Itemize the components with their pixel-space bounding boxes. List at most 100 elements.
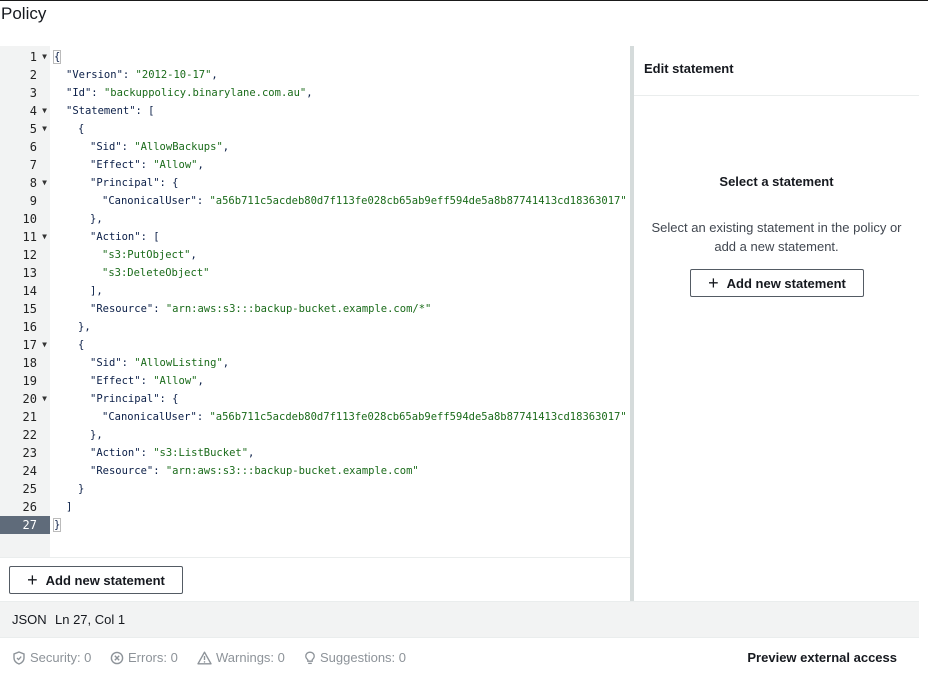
punctuation-token: } [52, 518, 62, 532]
preview-external-access-link[interactable]: Preview external access [747, 650, 897, 665]
line-number-text: 6 [29, 140, 37, 154]
code-line[interactable]: { [52, 48, 62, 66]
line-number: 15 [0, 300, 50, 318]
punctuation-token: }, [78, 321, 91, 333]
code-line[interactable]: } [52, 516, 62, 534]
line-number-text: 14 [22, 284, 37, 298]
line-number: 3 [0, 84, 50, 102]
code-line[interactable]: }, [90, 210, 103, 228]
code-line[interactable]: "s3:DeleteObject" [102, 264, 209, 282]
string-token: "a56b711c5acdeb80d7f113fe028cb65ab9eff59… [209, 195, 627, 207]
line-number-text: 23 [22, 446, 37, 460]
code-line[interactable]: } [78, 480, 84, 498]
line-number: 9 [0, 192, 50, 210]
line-number-text: 7 [29, 158, 37, 172]
code-line[interactable]: "Id": "backuppolicy.binarylane.com.au", [66, 84, 313, 102]
code-line[interactable]: "Resource": "arn:aws:s3:::backup-bucket.… [90, 462, 419, 480]
code-line[interactable]: ], [90, 282, 103, 300]
suggestions-label: Suggestions: 0 [320, 650, 407, 665]
line-number: 11 ▼ [0, 228, 50, 246]
code-line[interactable]: ] [66, 498, 72, 516]
punctuation-token: }, [90, 213, 103, 225]
code-line[interactable]: "s3:PutObject", [102, 246, 197, 264]
suggestions-count[interactable]: Suggestions: 0 [304, 650, 406, 665]
string-token: "s3:DeleteObject" [102, 267, 210, 279]
line-number-text: 24 [22, 464, 37, 478]
panel-add-new-statement-button[interactable]: + Add new statement [690, 269, 864, 297]
punctuation-token: "Resource": [90, 303, 166, 315]
punctuation-token: , [197, 375, 204, 387]
punctuation-token: , [197, 159, 204, 171]
line-number: 16 [0, 318, 50, 336]
fold-toggle-icon[interactable]: ▼ [42, 174, 47, 192]
line-number-text: 3 [29, 86, 37, 100]
security-count[interactable]: Security: 0 [12, 650, 91, 665]
fold-toggle-icon[interactable]: ▼ [42, 336, 47, 354]
punctuation-token: "Id": [66, 87, 104, 99]
errors-count[interactable]: Errors: 0 [110, 650, 178, 665]
line-number: 22 [0, 426, 50, 444]
fold-toggle-icon[interactable]: ▼ [42, 228, 47, 246]
code-line[interactable]: "Statement": [ [66, 102, 155, 120]
security-label: Security: 0 [30, 650, 92, 665]
punctuation-token: "Action": [ [90, 231, 160, 243]
fold-toggle-icon[interactable]: ▼ [42, 102, 47, 120]
line-number-text: 8 [29, 176, 37, 190]
errors-label: Errors: 0 [128, 650, 178, 665]
plus-icon: + [708, 273, 719, 293]
code-line[interactable]: "Action": [ [90, 228, 160, 246]
code-line[interactable]: "Action": "s3:ListBucket", [90, 444, 254, 462]
punctuation-token: , [222, 357, 230, 369]
line-number: 12 [0, 246, 50, 264]
code-editor[interactable]: 1 ▼ 2 3 4 ▼ 5 ▼ 6 7 8 ▼ 9 10 11 ▼ 12 13 14 15 16 17 ▼ 18 19 20 ▼ 21… [0, 46, 630, 557]
fold-toggle-icon[interactable]: ▼ [42, 120, 47, 138]
string-token: "backuppolicy.binarylane.com.au" [103, 87, 307, 99]
line-number-text: 21 [22, 410, 37, 424]
code-line[interactable]: "CanonicalUser": "a56b711c5acdeb80d7f113… [102, 408, 627, 426]
string-token: "Allow" [153, 159, 198, 171]
empty-state-title: Select a statement [719, 174, 834, 189]
punctuation-token: } [78, 483, 85, 495]
fold-toggle-icon[interactable]: ▼ [42, 390, 47, 408]
line-number: 5 ▼ [0, 120, 50, 138]
punctuation-token: "Resource": [90, 465, 166, 477]
line-number-text: 27 [22, 518, 37, 532]
code-line[interactable]: }, [78, 318, 91, 336]
line-number-text: 26 [22, 500, 37, 514]
add-new-statement-label: Add new statement [45, 572, 165, 588]
error-circle-icon [110, 651, 124, 664]
code-line[interactable]: "Sid": "AllowBackups", [90, 138, 229, 156]
line-number: 18 [0, 354, 50, 372]
add-new-statement-button[interactable]: + Add new statement [9, 566, 183, 594]
code-line[interactable]: "Sid": "AllowListing", [90, 354, 229, 372]
code-line[interactable]: "Version": "2012-10-17", [66, 66, 218, 84]
punctuation-token: "Effect": [90, 375, 154, 387]
code-line[interactable]: }, [90, 426, 103, 444]
code-line[interactable]: { [78, 336, 84, 354]
fold-toggle-icon[interactable]: ▼ [42, 48, 47, 66]
code-line[interactable]: "Effect": "Allow", [90, 372, 204, 390]
code-line[interactable]: "Principal": { [90, 390, 179, 408]
warnings-count[interactable]: Warnings: 0 [197, 650, 285, 665]
edit-statement-panel: Edit statement Select a statement Select… [634, 46, 919, 601]
code-line[interactable]: "CanonicalUser": "a56b711c5acdeb80d7f113… [102, 192, 627, 210]
line-number: 10 [0, 210, 50, 228]
line-number-text: 15 [22, 302, 37, 316]
line-number: 1 ▼ [0, 48, 50, 66]
code-line[interactable]: "Resource": "arn:aws:s3:::backup-bucket.… [90, 300, 431, 318]
punctuation-token: { [78, 339, 85, 351]
line-number: 6 [0, 138, 50, 156]
line-number: 2 [0, 66, 50, 84]
string-token: "a56b711c5acdeb80d7f113fe028cb65ab9eff59… [209, 411, 627, 423]
punctuation-token: "Effect": [90, 159, 154, 171]
line-number: 7 [0, 156, 50, 174]
empty-state-description: Select an existing statement in the poli… [651, 220, 902, 254]
punctuation-token: "CanonicalUser": [102, 195, 210, 207]
string-token: "AllowListing" [134, 357, 223, 369]
punctuation-token: { [78, 123, 85, 135]
code-line[interactable]: "Principal": { [90, 174, 179, 192]
top-border [0, 0, 928, 1]
punctuation-token: "Principal": { [90, 393, 179, 405]
code-line[interactable]: "Effect": "Allow", [90, 156, 204, 174]
code-line[interactable]: { [78, 120, 84, 138]
